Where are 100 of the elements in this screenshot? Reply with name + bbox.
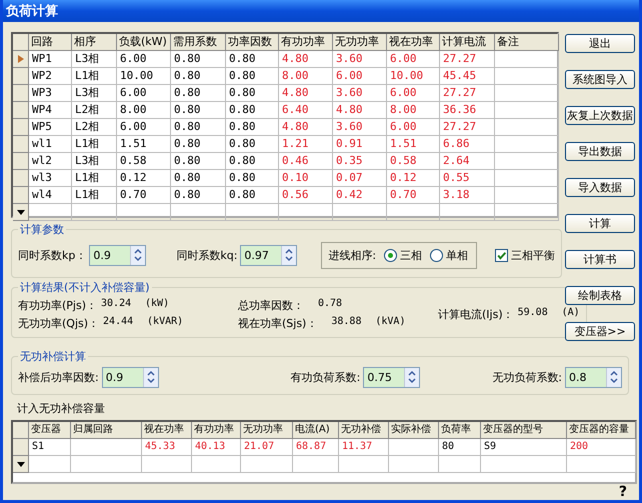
table-cell: 0.80 xyxy=(226,170,279,187)
number-field[interactable]: 0.9 xyxy=(102,368,143,386)
spin-button[interactable] xyxy=(606,368,621,386)
number-field[interactable]: 0.9 xyxy=(90,246,130,264)
table-cell: 45.45 xyxy=(440,68,495,85)
action-button[interactable]: 计算 xyxy=(565,214,635,233)
result-unit: (kVA) xyxy=(375,316,406,328)
column-header[interactable]: 负荷率 xyxy=(439,422,481,439)
action-button[interactable]: 系统图导入 xyxy=(565,70,635,89)
table-cell: 27.27 xyxy=(440,51,495,68)
table-cell: 0.70 xyxy=(387,187,440,204)
table-cell: 4.80 xyxy=(279,51,333,68)
column-header[interactable]: 无功功率 xyxy=(333,34,387,51)
column-header[interactable]: 归属回路 xyxy=(71,422,142,439)
table-cell: 21.07 xyxy=(241,439,293,456)
spin-box[interactable]: 0.97 xyxy=(240,244,298,266)
table-cell xyxy=(71,456,142,473)
radio-option[interactable]: 单相 xyxy=(430,248,468,262)
field-label: 进线相序: xyxy=(328,248,376,262)
action-button[interactable]: 绘制表格 xyxy=(565,286,635,305)
number-field[interactable]: 0.75 xyxy=(364,368,404,386)
number-field[interactable]: 0.97 xyxy=(241,246,282,264)
table-cell xyxy=(567,456,636,473)
table-cell: 0.12 xyxy=(117,170,171,187)
table-cell: 0.70 xyxy=(117,187,171,204)
table-cell xyxy=(339,456,389,473)
column-header[interactable]: 有功功率 xyxy=(279,34,333,51)
column-header[interactable]: 视在功率 xyxy=(142,422,192,439)
column-header[interactable]: 备注 xyxy=(495,34,559,51)
table-cell xyxy=(495,68,559,85)
table-cell: WP5 xyxy=(29,119,72,136)
table-cell xyxy=(333,204,387,221)
row-pointer-icon xyxy=(18,55,24,63)
table-cell: L2相 xyxy=(72,119,117,136)
table-cell: wl2 xyxy=(29,153,72,170)
spin-button[interactable] xyxy=(142,368,158,386)
spin-box[interactable]: 0.9 xyxy=(102,366,159,388)
spin-button[interactable] xyxy=(404,368,420,386)
spin-box[interactable]: 0.75 xyxy=(363,366,420,388)
table-cell: 8.00 xyxy=(117,102,171,119)
column-header[interactable]: 无功补偿 xyxy=(339,422,389,439)
action-button[interactable]: 灰复上次数据 xyxy=(565,106,635,125)
column-header[interactable]: 变压器 xyxy=(29,422,71,439)
radio-option[interactable]: 三相 xyxy=(384,248,422,262)
column-header[interactable]: 实际补偿 xyxy=(389,422,439,439)
column-header[interactable]: 电流(A) xyxy=(293,422,339,439)
table-cell: 80 xyxy=(439,439,481,456)
column-header[interactable]: 负载(kW) xyxy=(117,34,171,51)
up-down-arrows-icon xyxy=(285,248,294,262)
table-cell: 0.80 xyxy=(171,119,226,136)
table-cell: 0.80 xyxy=(226,187,279,204)
action-button[interactable]: 导出数据 xyxy=(565,142,635,161)
field-label: 无功负荷系数: xyxy=(492,370,562,384)
corner-cell[interactable] xyxy=(13,422,29,439)
result-label: 有功功率(Pjs)： xyxy=(18,298,98,312)
row-header[interactable] xyxy=(13,456,29,473)
column-header[interactable]: 功率因数 xyxy=(226,34,279,51)
group-title: 计算参数 xyxy=(19,222,65,237)
number-field[interactable]: 0.8 xyxy=(566,368,606,386)
action-button[interactable]: 变压器>> xyxy=(565,322,635,341)
column-header[interactable]: 相序 xyxy=(72,34,117,51)
table-cell: 0.56 xyxy=(279,187,333,204)
column-header[interactable]: 变压器的型号 xyxy=(481,422,567,439)
column-header[interactable]: 计算电流 xyxy=(440,34,495,51)
spin-button[interactable] xyxy=(130,246,146,264)
table-cell: WP1 xyxy=(29,51,72,68)
table-cell xyxy=(293,456,339,473)
action-button[interactable]: 导入数据 xyxy=(565,178,635,197)
table-cell: 200 xyxy=(567,439,636,456)
table-cell: 6.00 xyxy=(387,119,440,136)
table-cell: 0.80 xyxy=(171,136,226,153)
column-header[interactable]: 有功功率 xyxy=(192,422,241,439)
table-cell xyxy=(72,204,117,221)
table-cell: 0.55 xyxy=(440,170,495,187)
action-button[interactable]: 退出 xyxy=(565,34,635,53)
column-header[interactable]: 需用系数 xyxy=(171,34,226,51)
column-header[interactable]: 视在功率 xyxy=(387,34,440,51)
table-cell: 3.60 xyxy=(333,85,387,102)
spin-button[interactable] xyxy=(281,246,296,264)
table-cell: L3相 xyxy=(72,85,117,102)
table-cell: S9 xyxy=(481,439,567,456)
table-cell: 1.51 xyxy=(117,136,171,153)
column-header[interactable]: 回路 xyxy=(29,34,72,51)
table-cell: 6.40 xyxy=(279,102,333,119)
table-cell: 0.80 xyxy=(171,170,226,187)
balance-checkbox[interactable]: 三相平衡 xyxy=(495,248,556,262)
action-button[interactable]: 计算书 xyxy=(565,250,635,269)
spin-box[interactable]: 0.9 xyxy=(89,244,146,266)
table-cell xyxy=(495,102,559,119)
table-cell: 3.18 xyxy=(440,187,495,204)
result-label: 无功功率(Qjs)： xyxy=(18,316,100,330)
column-header[interactable]: 无功功率 xyxy=(241,422,293,439)
table-cell: 10.00 xyxy=(387,68,440,85)
field-label: 补偿后功率因数: xyxy=(18,370,99,384)
table-cell: 0.80 xyxy=(226,68,279,85)
column-header[interactable]: 变压器的容量 xyxy=(567,422,636,439)
help-icon[interactable]: ? xyxy=(618,484,627,500)
spin-box[interactable]: 0.8 xyxy=(565,366,622,388)
corner-cell[interactable] xyxy=(13,34,29,51)
row-header[interactable] xyxy=(13,204,29,221)
